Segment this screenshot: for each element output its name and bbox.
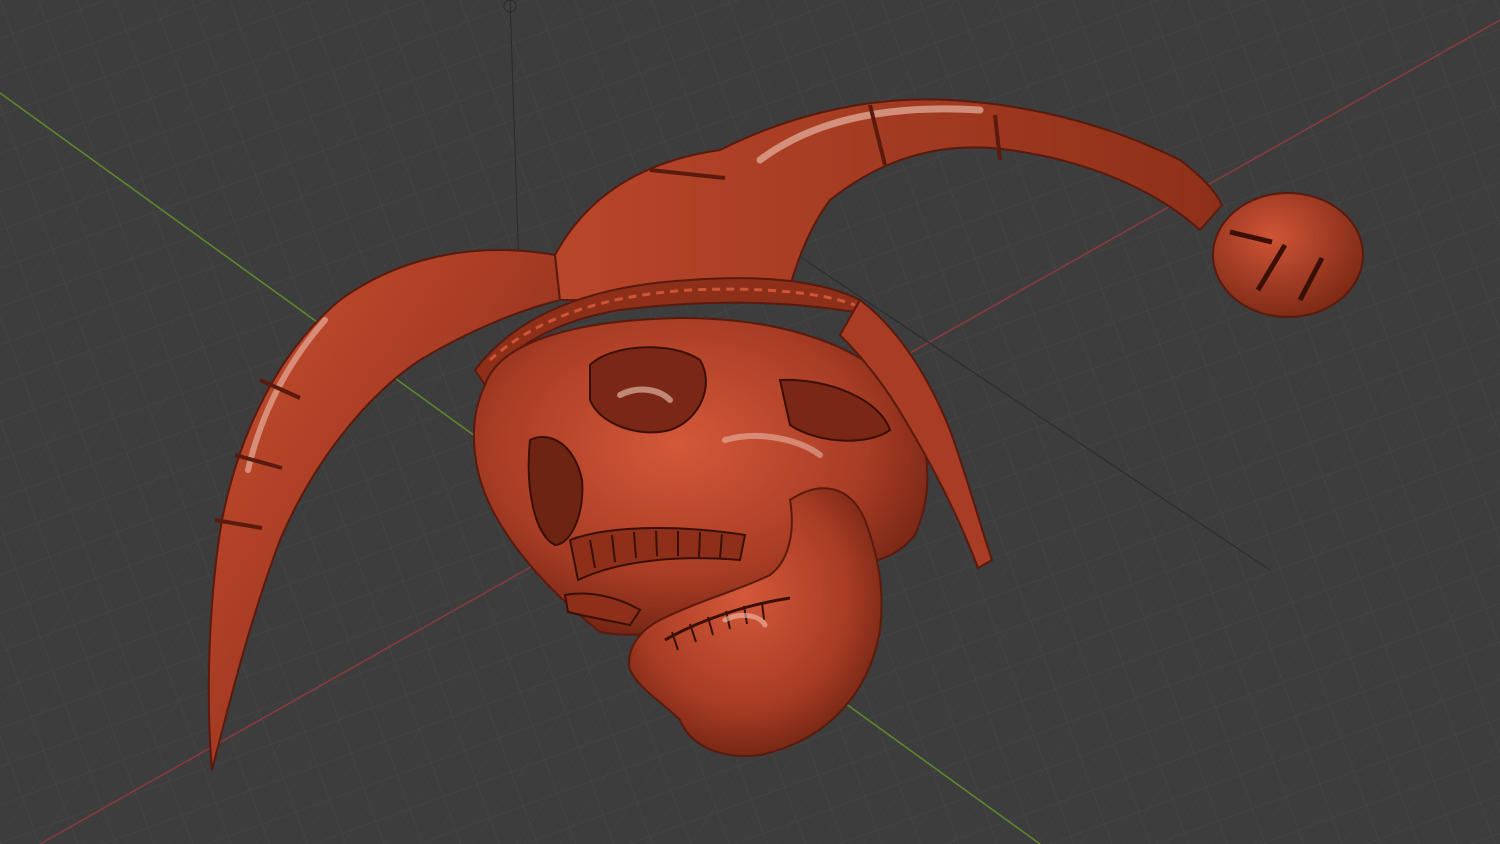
viewport-canvas[interactable] [0, 0, 1500, 844]
3d-viewport[interactable] [0, 0, 1500, 844]
jester-bell [1212, 192, 1364, 318]
